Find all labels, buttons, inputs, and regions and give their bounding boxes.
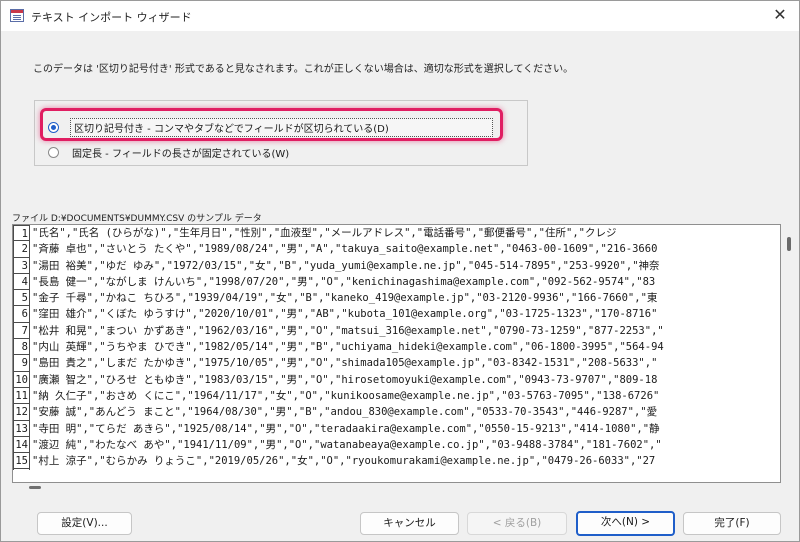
row-text: "氏名","氏名 (ひらがな)","生年月日","性別","血液型","メールア… [32, 227, 617, 239]
sample-row: 8 "内山 英輝","うちやま ひでき","1982/05/14","男","B"… [13, 339, 779, 356]
app-icon [10, 9, 24, 22]
row-text: "安藤 誠","あんどう まこと","1964/08/30","男","B","… [32, 406, 658, 419]
radio-delimited-label[interactable]: 区切り記号付き - コンマやタブなどでフィールドが区切られている(D) [70, 118, 493, 137]
finish-button[interactable]: 完了(F) [683, 512, 781, 535]
sample-row: 5 "金子 千尋","かねこ ちひろ","1939/04/19","女","B",… [13, 290, 779, 307]
row-number: 13 [13, 420, 30, 437]
row-text: "納 久仁子","おさめ くにこ","1964/11/17","女","O","… [32, 389, 660, 402]
row-number: 1 [13, 225, 30, 242]
row-number: 2 [13, 241, 30, 258]
radio-delimited[interactable] [48, 122, 59, 133]
row-text: "長島 健一","ながしま けんいち","1998/07/20","男","O"… [32, 275, 656, 288]
row-text: "廣瀬 智之","ひろせ ともゆき","1983/03/15","男","O",… [32, 373, 658, 386]
preview-rows: 1 "氏名","氏名 (ひらがな)","生年月日","性別","血液型","メール… [13, 225, 779, 470]
row-text: "斉藤 卓也","さいとう たくや","1989/08/24","男","A",… [32, 243, 658, 256]
instruction-text: このデータは '区切り記号付き' 形式であると見なされます。これが正しくない場合… [33, 64, 574, 75]
radio-fixed-row[interactable]: 固定長 - フィールドの長さが固定されている(W) [48, 145, 289, 160]
row-text: "内山 英輝","うちやま ひでき","1982/05/14","男","B",… [32, 341, 664, 354]
next-button[interactable]: 次へ(N) > [576, 511, 675, 536]
row-number: 5 [13, 290, 30, 307]
title-bar: テキスト インポート ウィザード ✕ [1, 1, 799, 31]
row-number: 7 [13, 322, 30, 340]
sample-row: 11 "納 久仁子","おさめ くにこ","1964/11/17","女","O"… [13, 387, 779, 405]
back-button[interactable]: < 戻る(B) [467, 512, 567, 535]
horizontal-scrollbar-thumb[interactable] [29, 486, 41, 489]
text-import-wizard-window: テキスト インポート ウィザード ✕ このデータは '区切り記号付き' 形式であ… [0, 0, 800, 542]
sample-row: 14 "渡辺 純","わたなべ あや","1941/11/09","男","O",… [13, 436, 779, 454]
sample-row: 1 "氏名","氏名 (ひらがな)","生年月日","性別","血液型","メール… [13, 225, 779, 242]
sample-row: 13 "寺田 明","てらだ あきら","1925/08/14","男","O",… [13, 420, 779, 437]
row-number: 8 [13, 339, 30, 356]
sample-row: 10 "廣瀬 智之","ひろせ ともゆき","1983/03/15","男","O… [13, 371, 779, 388]
sample-row: 6 "窪田 雄介","くぼた ゆうすけ","2020/10/01","男","AB… [13, 306, 779, 323]
sample-row: 2 "斉藤 卓也","さいとう たくや","1989/08/24","男","A"… [13, 241, 779, 258]
row-number: 14 [13, 436, 30, 454]
row-number: 11 [13, 387, 30, 405]
row-number: 9 [13, 355, 30, 372]
row-text: "松井 和晃","まつい かずあき","1962/03/16","男","O",… [32, 324, 664, 337]
row-text: "窪田 雄介","くぼた ゆうすけ","2020/10/01","男","AB"… [32, 308, 658, 321]
window-title: テキスト インポート ウィザード [31, 11, 192, 24]
radio-delimited-row[interactable]: 区切り記号付き - コンマやタブなどでフィールドが区切られている(D) [48, 118, 493, 137]
sample-row: 9 "島田 貴之","しまだ たかゆき","1975/10/05","男","O"… [13, 355, 779, 372]
row-number: 3 [13, 257, 30, 274]
row-text: "湯田 裕美","ゆだ ゆみ","1972/03/15","女","B","yu… [32, 259, 660, 272]
sample-data-preview[interactable]: 1 "氏名","氏名 (ひらがな)","生年月日","性別","血液型","メール… [12, 224, 781, 483]
radio-fixed-label[interactable]: 固定長 - フィールドの長さが固定されている(W) [72, 145, 289, 160]
row-text: "村上 涼子","むらかみ りょうこ","2019/05/26","女","O"… [32, 455, 656, 468]
sample-row: 16"山田 功介","やまだ こうすけ","1982/03/14","その他・不… [13, 469, 779, 470]
sample-row: 12 "安藤 誠","あんどう まこと","1964/08/30","男","B"… [13, 404, 779, 421]
row-number: 10 [13, 371, 30, 388]
settings-button[interactable]: 設定(V)... [37, 512, 132, 535]
row-number: 12 [13, 404, 30, 421]
close-icon[interactable]: ✕ [767, 4, 793, 28]
sample-row: 4 "長島 健一","ながしま けんいち","1998/07/20","男","O… [13, 273, 779, 291]
row-text: "金子 千尋","かねこ ちひろ","1939/04/19","女","B","… [32, 292, 658, 305]
row-number: 15 [13, 453, 30, 470]
sample-data-caption: ファイル D:¥DOCUMENTS¥DUMMY.CSV のサンプル データ [12, 214, 262, 224]
sample-row: 15 "村上 涼子","むらかみ りょうこ","2019/05/26","女","… [13, 453, 779, 470]
row-number: 6 [13, 306, 30, 323]
sample-row: 7 "松井 和晃","まつい かずあき","1962/03/16","男","O"… [13, 322, 779, 340]
row-text: "寺田 明","てらだ あきら","1925/08/14","男","O","t… [32, 422, 660, 435]
row-text: "渡辺 純","わたなべ あや","1941/11/09","男","O","w… [32, 438, 662, 451]
vertical-scrollbar-thumb[interactable] [787, 237, 791, 251]
cancel-button[interactable]: キャンセル [360, 512, 459, 535]
row-text: "山田 功介","やまだ こうすけ","1982/03/14","その他・不明"… [30, 469, 779, 470]
radio-fixed[interactable] [48, 147, 59, 158]
row-text: "島田 貴之","しまだ たかゆき","1975/10/05","男","O",… [32, 357, 658, 370]
sample-row: 3 "湯田 裕美","ゆだ ゆみ","1972/03/15","女","B","y… [13, 257, 779, 274]
row-number: 4 [13, 273, 30, 291]
row-number: 16 [13, 469, 30, 470]
horizontal-scrollbar[interactable] [12, 483, 781, 493]
